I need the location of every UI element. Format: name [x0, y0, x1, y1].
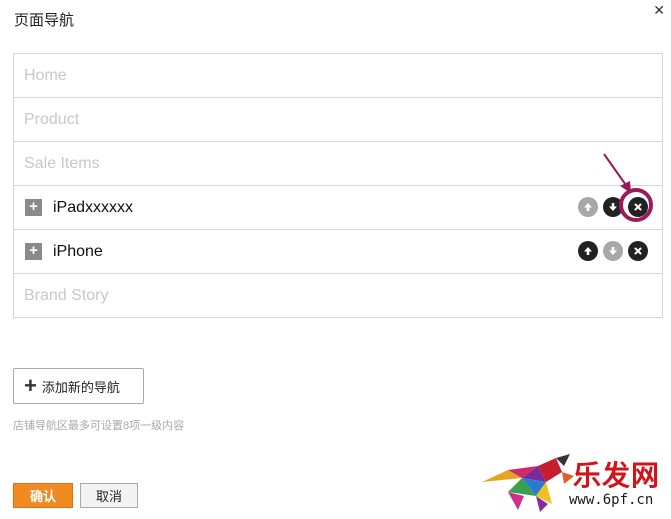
nav-item-label: iPadxxxxxx	[53, 198, 134, 216]
arrow-up-icon	[584, 247, 592, 255]
delete-button[interactable]	[628, 197, 648, 217]
nav-item-home[interactable]: Home	[14, 54, 662, 98]
nav-item-placeholder: Brand Story	[24, 286, 109, 304]
move-up-button[interactable]	[578, 241, 598, 261]
nav-item-sale-items[interactable]: Sale Items	[14, 142, 662, 186]
arrow-down-icon	[609, 203, 617, 211]
confirm-button[interactable]: 确认	[13, 483, 73, 508]
nav-item-brand-story[interactable]: Brand Story	[14, 274, 662, 317]
nav-item-ipad[interactable]: + iPadxxxxxx	[14, 186, 662, 230]
brand-url: www.6pf.cn	[569, 492, 654, 508]
brand-text: 乐发网	[573, 459, 661, 492]
row-actions	[578, 241, 648, 261]
close-icon	[634, 203, 642, 211]
move-up-button[interactable]	[578, 197, 598, 217]
close-icon	[634, 247, 642, 255]
nav-item-placeholder: Sale Items	[24, 154, 100, 172]
watermark-logo: 乐发网 www.6pf.cn	[478, 450, 668, 516]
close-icon[interactable]: ✕	[653, 3, 665, 17]
arrow-up-icon	[584, 203, 592, 211]
expand-icon[interactable]: +	[25, 199, 42, 216]
nav-item-label: iPhone	[53, 242, 103, 260]
nav-item-product[interactable]: Product	[14, 98, 662, 142]
expand-icon[interactable]: +	[25, 243, 42, 260]
move-down-button[interactable]	[603, 197, 623, 217]
nav-list: Home Product Sale Items + iPadxxxxxx + i…	[13, 53, 663, 318]
delete-button[interactable]	[628, 241, 648, 261]
nav-item-placeholder: Home	[24, 66, 67, 84]
add-nav-label: 添加新的导航	[41, 379, 120, 395]
add-nav-button[interactable]: + 添加新的导航	[13, 368, 144, 404]
move-down-button[interactable]	[603, 241, 623, 261]
arrow-down-icon	[609, 247, 617, 255]
row-actions	[578, 197, 648, 217]
cancel-button[interactable]: 取消	[80, 483, 138, 508]
dialog-title: 页面导航	[14, 12, 75, 29]
bull-logo-icon	[482, 454, 574, 512]
nav-limit-hint: 店铺导航区最多可设置8项一级内容	[13, 420, 185, 432]
plus-icon: +	[24, 373, 37, 398]
nav-item-placeholder: Product	[24, 110, 80, 128]
nav-item-iphone[interactable]: + iPhone	[14, 230, 662, 274]
